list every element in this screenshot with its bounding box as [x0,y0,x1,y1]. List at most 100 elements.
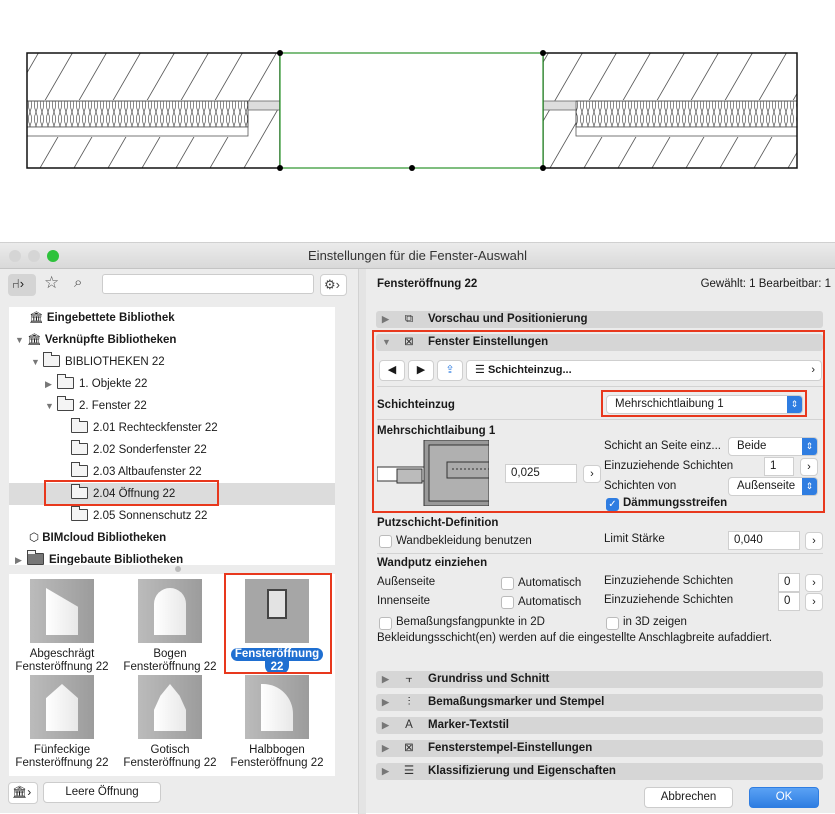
expand-triangle-icon[interactable]: ▶ [45,373,57,395]
info-note: Bekleidungsschicht(en) werden auf die ei… [377,632,773,644]
text-style-icon: A [405,719,413,731]
tree-item-folder[interactable]: ▶ 1. Objekte 22 [9,373,335,395]
section-preview[interactable]: ▶ ⧉ Vorschau und Positionierung [376,311,823,328]
selection-info: Gewählt: 1 Bearbeitbar: 1 [700,278,831,290]
object-tile[interactable]: Gotisch Fensteröffnung 22 [120,675,220,770]
object-thumbnail [138,675,202,739]
expand-triangle-icon: ▶ [382,314,389,324]
expand-triangle-icon[interactable]: ▼ [31,351,43,373]
expand-triangle-icon: ▶ [382,674,389,684]
tree-item-folder[interactable]: 2.02 Sonderfenster 22 [9,439,335,461]
object-tile[interactable]: Fünfeckige Fensteröffnung 22 [12,675,112,770]
expand-triangle-icon: ▶ [382,766,389,776]
settings-panel: Fensteröffnung 22 Gewählt: 1 Bearbeitbar… [366,269,835,814]
putz-title: Putzschicht-Definition [377,517,499,529]
panel-divider[interactable] [358,269,366,814]
outside-auto-label: Automatisch [518,577,582,589]
splitter-handle[interactable] [175,566,181,572]
limit-arrow-button[interactable]: › [805,532,823,550]
settings-menu-button[interactable]: ⚙› [320,274,347,296]
window-stamp-icon: ⊠ [404,742,414,754]
wall-cover-label: Wandbekleidung benutzen [396,535,532,547]
section-classification[interactable]: ▶ ☰ Klassifizierung und Eigenschaften [376,763,823,780]
favorites-star-icon[interactable]: ☆ [44,273,59,293]
expand-triangle-icon: ▶ [382,697,389,707]
empty-opening-button[interactable]: Leere Öffnung [43,782,161,803]
library-icon: 🏛 [27,334,42,346]
section-floorplan[interactable]: ▶ ⫟ Grundriss und Schnitt [376,671,823,688]
object-tile[interactable]: Halbbogen Fensteröffnung 22 [227,675,327,770]
dim-points-label: Bemaßungsfangpunkte in 2D [396,616,545,628]
tree-item-bimcloud[interactable]: ⬡ BIMcloud Bibliotheken [9,527,335,549]
object-name: Fensteröffnung 22 [377,278,478,290]
title-bar: Einstellungen für die Fenster-Auswahl [0,243,835,269]
tree-item-linked[interactable]: ▼ 🏛 Verknüpfte Bibliotheken [9,329,335,351]
inside-layers-arrow-button[interactable]: › [805,593,823,611]
library-manager-button[interactable]: 🏛› [8,782,38,804]
library-tree: 🏛 Eingebettete Bibliothek ▼ 🏛 Verknüpfte … [9,307,335,565]
object-thumbnail [245,675,309,739]
library-manager-icon: 🏛› [12,785,32,799]
folder-icon [57,374,74,389]
inside-auto-label: Automatisch [518,596,582,608]
folder-icon [57,396,74,411]
tree-item-embedded[interactable]: 🏛 Eingebettete Bibliothek [9,307,335,329]
expand-triangle-icon[interactable]: ▼ [45,395,57,417]
outside-layers-label: Einzuziehende Schichten [604,575,734,587]
expand-triangle-icon[interactable]: ▶ [15,549,27,565]
library-icon: 🏛 [29,312,44,324]
object-thumbnail [30,675,94,739]
gear-icon: ⚙› [324,277,340,292]
document-icon: ☰ [403,765,415,777]
left-wall [26,52,281,169]
preview-icon: ⧉ [404,313,414,325]
wall-cover-checkbox[interactable] [379,535,392,548]
show-3d-checkbox[interactable] [606,617,619,630]
limit-label: Limit Stärke [604,533,665,545]
library-objects-button[interactable]: ⑁› [8,274,36,296]
object-thumbnail [138,579,202,643]
show-3d-label: in 3D zeigen [623,616,687,628]
window-settings-dialog: Einstellungen für die Fenster-Auswahl ⑁›… [0,242,835,814]
section-marker-textstyle[interactable]: ▶ A Marker-Textstil [376,717,823,734]
search-icon[interactable]: ⌕ [74,274,82,291]
section-window-stamp[interactable]: ▶ ⊠ Fensterstempel-Einstellungen [376,740,823,757]
inside-auto-checkbox[interactable] [501,596,514,609]
expand-triangle-icon: ▶ [382,743,389,753]
tree-item-folder[interactable]: ▼ 2. Fenster 22 [9,395,335,417]
outside-auto-checkbox[interactable] [501,577,514,590]
tree-item-folder[interactable]: 2.01 Rechteckfenster 22 [9,417,335,439]
object-thumbnail [30,579,94,643]
highlight-box [372,330,825,513]
ok-button[interactable]: OK [749,787,819,808]
library-search-input[interactable] [102,274,314,294]
floorplan-icon: ⫟ [405,673,413,685]
tree-item-folder[interactable]: ▼ BIBLIOTHEKEN 22 [9,351,335,373]
inside-layers-input[interactable]: 0 [778,592,800,611]
minimize-button[interactable] [28,250,40,262]
outside-layers-input[interactable]: 0 [778,573,800,592]
dim-points-checkbox[interactable] [379,617,392,630]
limit-input[interactable]: 0,040 [728,531,800,550]
outside-label: Außenseite [377,576,436,588]
dimension-marker-icon: ⫶ [407,696,411,708]
expand-triangle-icon[interactable]: ▼ [15,329,27,351]
wall-opening-plan-drawing [26,50,798,171]
section-dimension-markers[interactable]: ▶ ⫶ Bemaßungsmarker und Stempel [376,694,823,711]
object-tile[interactable]: Bogen Fensteröffnung 22 [120,579,220,674]
zoom-button[interactable] [47,250,59,262]
highlight-box [224,573,332,674]
inside-label: Innenseite [377,595,431,607]
expand-triangle-icon: ▶ [382,720,389,730]
folder-icon [71,506,88,521]
cancel-button[interactable]: Abbrechen [644,787,733,808]
outside-layers-arrow-button[interactable]: › [805,574,823,592]
wandputz-title: Wandputz einziehen [377,557,488,569]
folder-icon [27,550,44,565]
tree-item-folder[interactable]: 2.05 Sonnenschutz 22 [9,505,335,527]
folder-icon [71,418,88,433]
tree-item-builtin[interactable]: ▶ Eingebaute Bibliotheken [9,549,335,565]
right-wall [542,52,798,169]
object-tile[interactable]: Abgeschrägt Fensteröffnung 22 [12,579,112,674]
close-button[interactable] [9,250,21,262]
